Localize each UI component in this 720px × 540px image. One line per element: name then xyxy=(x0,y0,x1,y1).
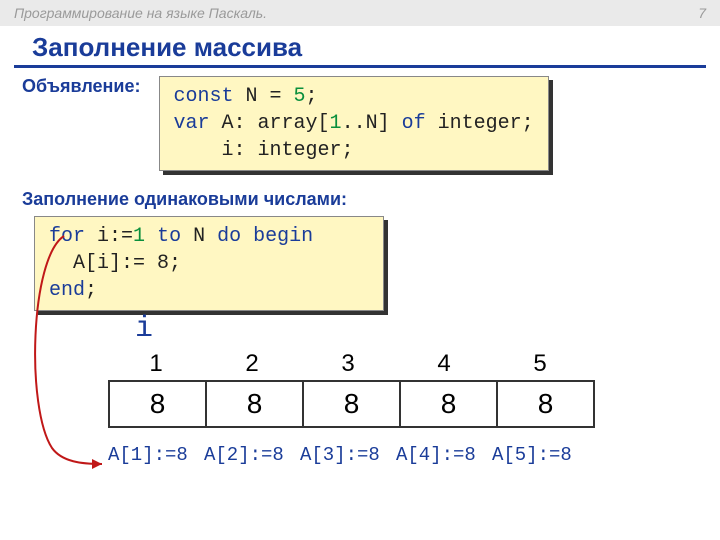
cells-row: 8 8 8 8 8 xyxy=(108,380,595,428)
index-2: 2 xyxy=(204,350,300,378)
cell-3: 8 xyxy=(302,380,401,428)
fill-code: for i:=1 to N do begin A[i]:= 8; end; xyxy=(34,216,384,311)
cell-1: 8 xyxy=(108,380,207,428)
cell-4: 8 xyxy=(399,380,498,428)
index-row: 1 2 3 4 5 xyxy=(108,350,595,378)
index-1: 1 xyxy=(108,350,204,378)
assign-1: A[1]:=8 xyxy=(108,444,204,466)
array-diagram: 1 2 3 4 5 8 8 8 8 8 A[1]:=8 A[2]:=8 A[3]… xyxy=(108,350,595,466)
page-number: 7 xyxy=(698,5,706,21)
fill-line-1: for i:=1 to N do begin xyxy=(49,223,369,250)
assign-2: A[2]:=8 xyxy=(204,444,300,466)
fill-label: Заполнение одинаковыми числами: xyxy=(22,189,720,210)
index-3: 3 xyxy=(300,350,396,378)
declaration-code: const N = 5; var A: array[1..N] of integ… xyxy=(159,76,549,171)
course-name: Программирование на языке Паскаль. xyxy=(14,5,267,21)
fill-line-3: end; xyxy=(49,277,369,304)
assign-5: A[5]:=8 xyxy=(492,444,588,466)
index-4: 4 xyxy=(396,350,492,378)
code-line-1: const N = 5; xyxy=(174,83,534,110)
assign-3: A[3]:=8 xyxy=(300,444,396,466)
code-line-3: i: integer; xyxy=(174,137,534,164)
assign-row: A[1]:=8 A[2]:=8 A[3]:=8 A[4]:=8 A[5]:=8 xyxy=(108,444,595,466)
index-5: 5 xyxy=(492,350,588,378)
fill-line-2: A[i]:= 8; xyxy=(49,250,369,277)
header-bar: Программирование на языке Паскаль. 7 xyxy=(0,0,720,26)
assign-4: A[4]:=8 xyxy=(396,444,492,466)
cell-5: 8 xyxy=(496,380,595,428)
declaration-label: Объявление: xyxy=(22,76,141,97)
i-variable-label: i xyxy=(135,312,153,346)
cell-2: 8 xyxy=(205,380,304,428)
slide-title: Заполнение массива xyxy=(14,26,706,68)
code-line-2: var A: array[1..N] of integer; xyxy=(174,110,534,137)
